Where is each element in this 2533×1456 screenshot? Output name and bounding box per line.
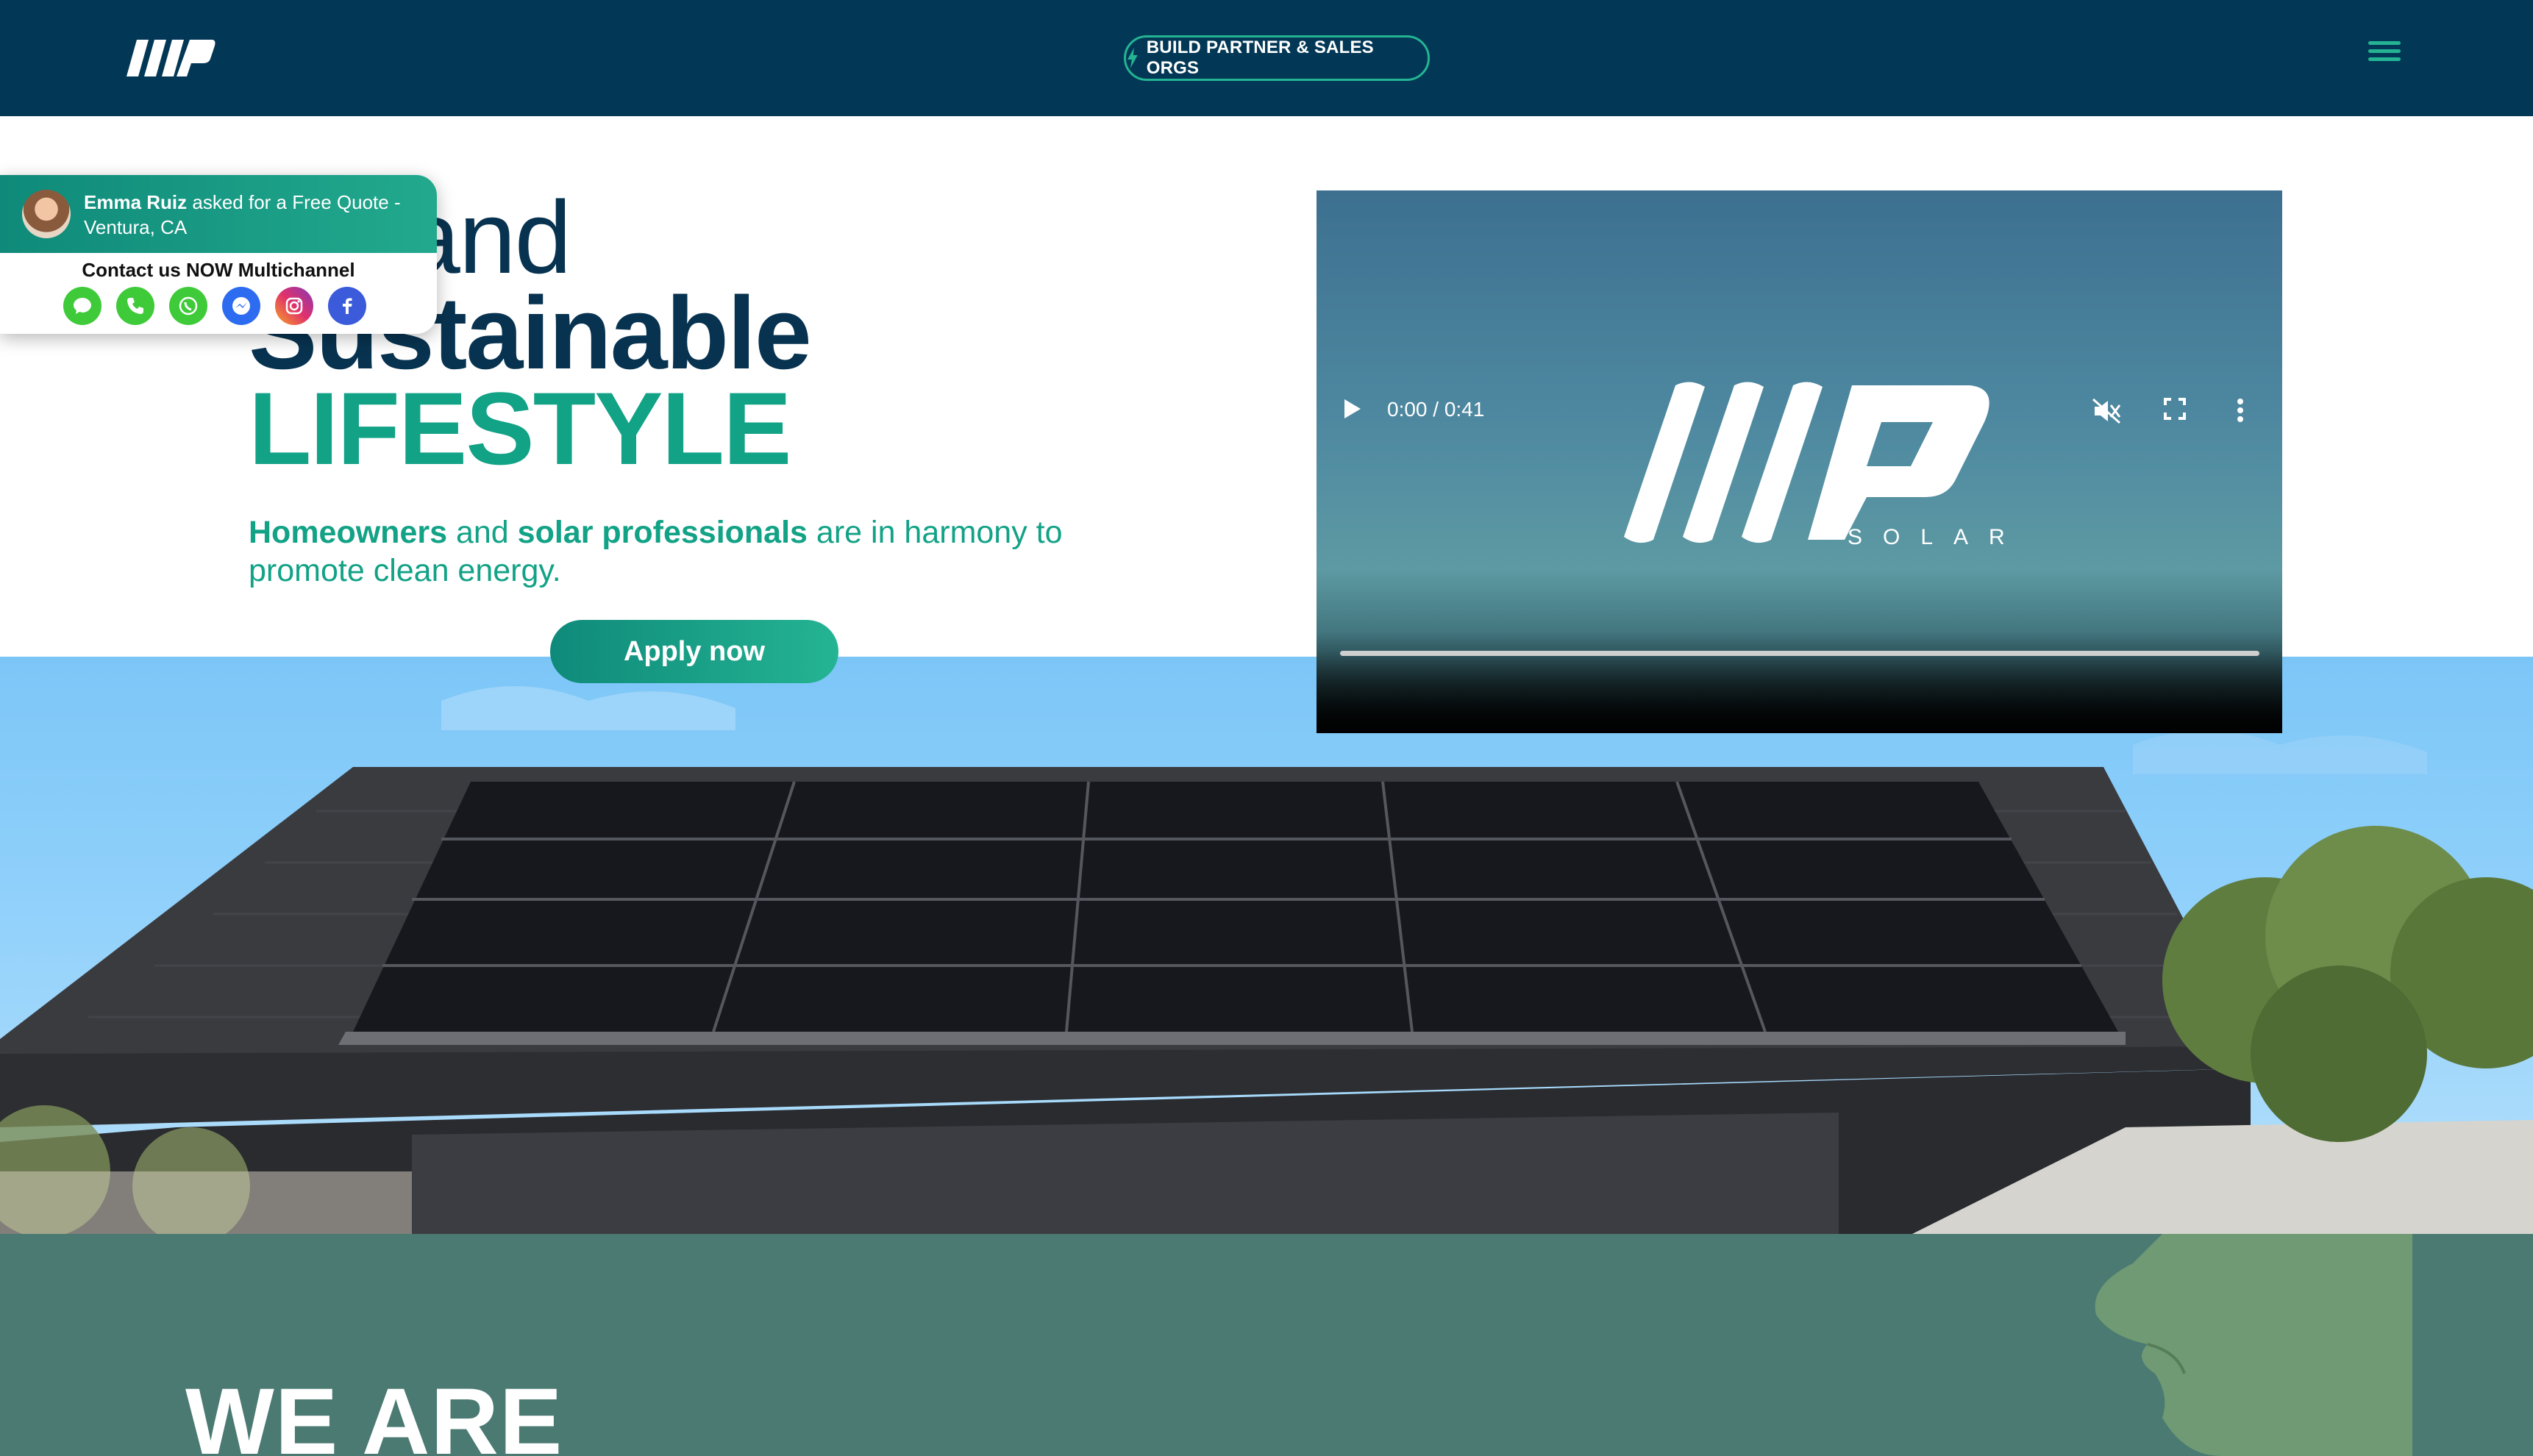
notification-name: Emma Ruiz	[84, 191, 188, 213]
quote-notification-text: Emma Ruiz asked for a Free Quote - Ventu…	[84, 190, 422, 240]
quote-notification-banner[interactable]: Emma Ruiz asked for a Free Quote - Ventu…	[0, 175, 437, 253]
build-partner-label: BUILD PARTNER & SALES ORGS	[1146, 38, 1374, 78]
whatsapp-icon[interactable]	[169, 287, 207, 325]
phone-icon[interactable]	[116, 287, 154, 325]
avatar	[22, 190, 71, 238]
video-controls-overlay	[1317, 632, 2282, 733]
lightning-bolt-icon	[1127, 48, 1138, 68]
contact-title: Contact us NOW Multichannel	[82, 259, 355, 281]
instagram-icon[interactable]	[275, 287, 313, 325]
facebook-icon[interactable]	[328, 287, 366, 325]
solar-roof-house-illustration	[0, 686, 2533, 1234]
video-progress-bar[interactable]	[1340, 651, 2259, 656]
we-are-heading: WE ARE	[185, 1369, 563, 1456]
hero-background-image	[0, 657, 2533, 1234]
subtext-homeowners: Homeowners	[249, 515, 448, 550]
apply-now-button[interactable]: Apply now	[550, 620, 838, 683]
build-partner-button[interactable]: BUILD PARTNER & SALES ORGS	[1124, 35, 1430, 81]
muted-speaker-icon[interactable]	[2092, 398, 2121, 424]
subtext-and: and	[447, 515, 518, 550]
headline-lifestyle: LIFESTYLE	[249, 371, 791, 486]
chat-icon[interactable]	[63, 287, 101, 325]
play-icon[interactable]	[1343, 398, 1362, 420]
we-are-section: WE ARE	[0, 1234, 2533, 1456]
promo-video-player[interactable]: SOLAR 0:00 / 0:41	[1317, 190, 2282, 733]
fullscreen-icon[interactable]	[2164, 398, 2186, 420]
more-options-icon[interactable]	[2236, 398, 2245, 423]
messenger-icon[interactable]	[222, 287, 260, 325]
top-header: BUILD PARTNER & SALES ORGS	[0, 0, 2533, 116]
video-time-readout: 0:00 / 0:41	[1387, 398, 1485, 421]
hamburger-menu-icon[interactable]	[2368, 41, 2401, 65]
subtext-solar-professionals: solar professionals	[517, 515, 808, 550]
mp-logo-icon[interactable]	[124, 34, 216, 81]
video-solar-text: SOLAR	[1848, 525, 2026, 549]
profile-face-illustration	[2095, 1234, 2412, 1456]
hero-subtext: Homeowners and solar professionals are i…	[249, 513, 1087, 590]
contact-widget: Emma Ruiz asked for a Free Quote - Ventu…	[0, 175, 437, 334]
